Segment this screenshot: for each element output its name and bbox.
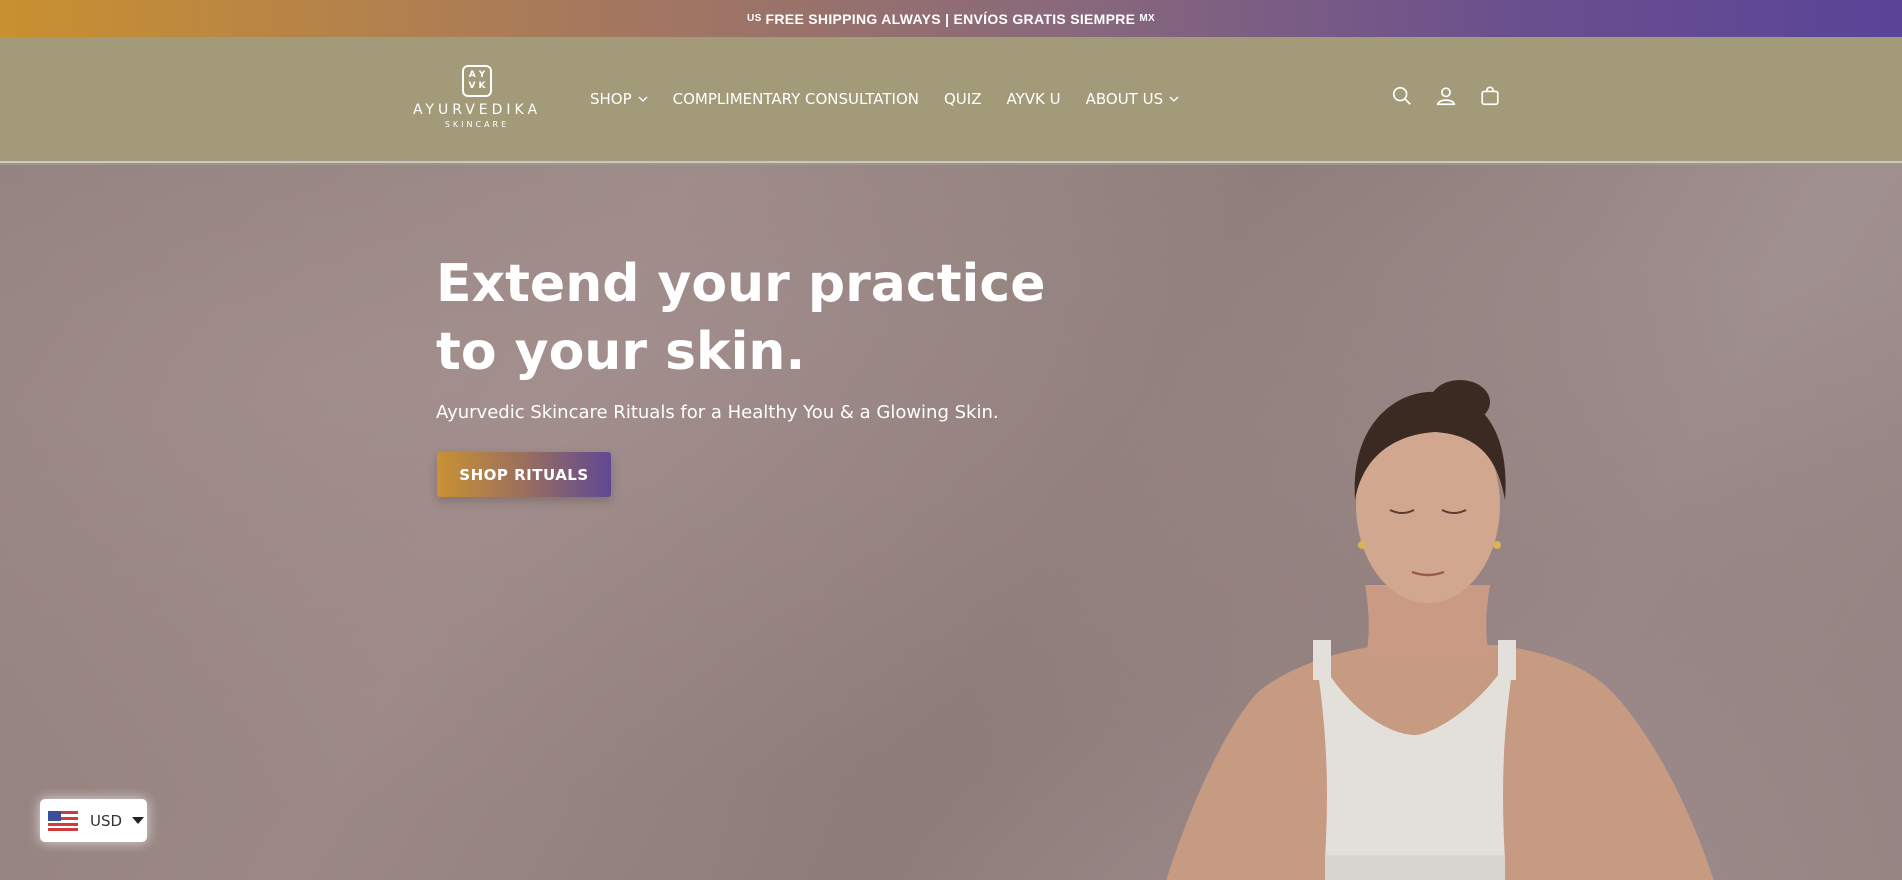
- cart-button[interactable]: [1478, 84, 1502, 108]
- mx-flag-icon: MX: [1139, 13, 1155, 24]
- logo-subtitle: SKINCARE: [444, 120, 510, 129]
- cart-icon: [1481, 86, 1499, 106]
- main-nav: SHOP COMPLIMENTARY CONSULTATION QUIZ AYV…: [590, 87, 1204, 111]
- nav-item-shop[interactable]: SHOP: [590, 90, 648, 108]
- header-icons: [1390, 84, 1522, 108]
- currency-selector[interactable]: USD: [40, 799, 147, 842]
- nav-item-about-us[interactable]: ABOUT US: [1086, 90, 1180, 108]
- site-header: A Y V K AYURVEDIKA SKINCARE SHOP COMPLIM…: [0, 37, 1902, 163]
- hero-woman-image: [1166, 380, 1714, 880]
- chevron-down-icon: [638, 96, 648, 102]
- logo-mark-top: A Y: [468, 70, 486, 80]
- account-button[interactable]: [1434, 84, 1458, 108]
- hero-title: Extend your practice to your skin.: [436, 254, 1046, 382]
- nav-item-ayvk-u[interactable]: AYVK U: [1007, 90, 1061, 108]
- logo-name: AYURVEDIKA: [412, 102, 542, 118]
- chevron-down-icon: [1169, 96, 1179, 102]
- currency-code: USD: [90, 811, 123, 830]
- hero-subtitle: Ayurvedic Skincare Rituals for a Healthy…: [436, 402, 999, 423]
- logo-mark-bottom: V K: [468, 81, 486, 91]
- nav-item-label: QUIZ: [944, 90, 982, 108]
- us-flag-icon: US: [747, 13, 762, 24]
- announcement-bar: US FREE SHIPPING ALWAYS | ENVÍOS GRATIS …: [0, 0, 1902, 37]
- caret-down-icon: [132, 817, 145, 824]
- logo[interactable]: A Y V K AYURVEDIKA SKINCARE: [404, 65, 550, 135]
- nav-item-label: AYVK U: [1006, 90, 1061, 108]
- hero-banner: Extend your practice to your skin. Ayurv…: [0, 165, 1902, 880]
- us-flag-icon: [48, 810, 78, 831]
- nav-item-consultation[interactable]: COMPLIMENTARY CONSULTATION: [673, 90, 919, 108]
- search-icon: [1392, 86, 1411, 105]
- nav-item-quiz[interactable]: QUIZ: [944, 90, 982, 108]
- logo-mark-icon: A Y V K: [462, 65, 492, 97]
- nav-item-label: SHOP: [590, 90, 632, 108]
- nav-item-label: ABOUT US: [1085, 90, 1164, 108]
- search-button[interactable]: [1390, 84, 1414, 108]
- nav-item-label: COMPLIMENTARY CONSULTATION: [672, 90, 919, 108]
- announcement-text: FREE SHIPPING ALWAYS | ENVÍOS GRATIS SIE…: [765, 10, 1136, 27]
- shop-rituals-button[interactable]: SHOP RITUALS: [437, 452, 611, 497]
- account-icon: [1436, 87, 1456, 106]
